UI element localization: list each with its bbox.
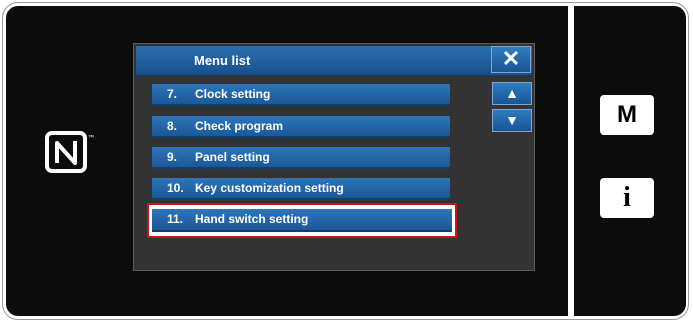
scroll-up-button[interactable]: ▲ <box>492 82 532 105</box>
menu-item-label: Key customization setting <box>195 181 344 195</box>
menu-item-hand-switch-setting[interactable]: 11. Hand switch setting <box>152 209 452 232</box>
touch-screen: Menu list ✕ 7. Clock setting 8. Check prog… <box>133 43 535 271</box>
menu-titlebar: Menu list <box>136 46 532 76</box>
menu-item-key-customization-setting[interactable]: 10. Key customization setting <box>152 178 450 200</box>
triangle-down-icon: ▼ <box>505 112 519 128</box>
menu-item-number: 7. <box>167 87 178 101</box>
menu-item-number: 8. <box>167 119 178 133</box>
menu-item-label: Clock setting <box>195 87 271 101</box>
menu-item-label: Hand switch setting <box>195 212 309 226</box>
menu-item-label: Check program <box>195 119 284 133</box>
mode-button-label: M <box>617 101 637 128</box>
nfc-icon: ™ <box>45 131 94 173</box>
menu-title: Menu list <box>194 53 251 68</box>
menu-item-check-program[interactable]: 8. Check program <box>152 116 450 138</box>
scroll-down-button[interactable]: ▼ <box>492 109 532 132</box>
menu-item-number: 10. <box>167 181 184 195</box>
triangle-up-icon: ▲ <box>505 85 519 101</box>
close-button[interactable]: ✕ <box>491 46 531 73</box>
info-icon: i <box>623 182 631 213</box>
menu-item-panel-setting[interactable]: 9. Panel setting <box>152 147 450 169</box>
menu-item-number: 11. <box>167 212 184 226</box>
menu-item-clock-setting[interactable]: 7. Clock setting <box>152 84 450 106</box>
mode-button[interactable]: M <box>600 95 654 135</box>
svg-text:™: ™ <box>88 134 94 141</box>
menu-item-number: 9. <box>167 150 178 164</box>
menu-item-label: Panel setting <box>195 150 270 164</box>
side-panel-bezel <box>574 6 686 316</box>
info-button[interactable]: i <box>600 178 654 218</box>
selection-highlight: 11. Hand switch setting <box>147 203 457 238</box>
close-icon: ✕ <box>501 46 521 71</box>
